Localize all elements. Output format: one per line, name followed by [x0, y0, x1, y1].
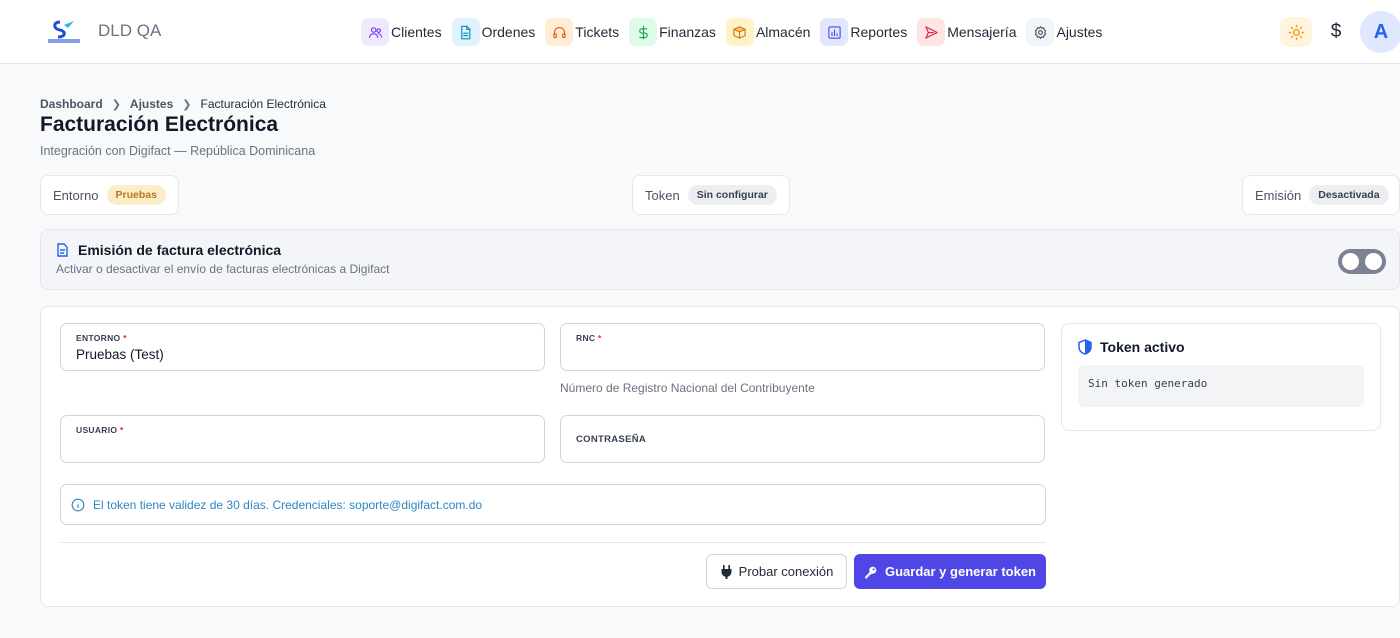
- settings-form-card: ENTORNO * Pruebas (Test) RNC * Número de…: [40, 306, 1400, 607]
- nav-item-mensajeria[interactable]: Mensajería: [917, 18, 1018, 46]
- rnc-help-text: Número de Registro Nacional del Contribu…: [560, 381, 815, 395]
- nav-label-clientes: Clientes: [391, 24, 442, 40]
- required-marker: *: [119, 425, 124, 435]
- status-entorno-label: Entorno: [53, 187, 99, 203]
- token-display-box: Sin token generado: [1078, 365, 1364, 407]
- contrasena-field[interactable]: CONTRASEÑA: [560, 415, 1045, 463]
- shield-icon: [1078, 339, 1092, 355]
- rnc-field[interactable]: RNC *: [560, 323, 1045, 371]
- usuario-field[interactable]: USUARIO *: [60, 415, 545, 463]
- nav-item-almacen[interactable]: Almacén: [725, 18, 812, 46]
- users-icon: [361, 18, 389, 46]
- emission-description: Activar o desactivar el envío de factura…: [56, 262, 390, 276]
- document-icon: [451, 18, 480, 46]
- nav-label-finanzas: Finanzas: [659, 24, 716, 40]
- nav-item-reportes[interactable]: Reportes: [820, 18, 909, 46]
- status-emision-label: Emisión: [1255, 187, 1302, 203]
- theme-toggle-button[interactable]: [1280, 17, 1312, 47]
- emission-toggle-panel: Emisión de factura electrónica Activar o…: [40, 229, 1400, 290]
- usuario-input[interactable]: [76, 437, 526, 457]
- form-divider: [60, 542, 1046, 543]
- status-entorno-card: Entorno Pruebas: [40, 175, 179, 215]
- page-subtitle: Integración con Digifact — República Dom…: [40, 144, 316, 158]
- status-token-label: Token: [645, 187, 680, 203]
- sun-icon: [1288, 24, 1304, 40]
- status-token-card: Token Sin configurar: [632, 175, 790, 215]
- token-info-box: El token tiene validez de 30 días. Crede…: [60, 484, 1046, 525]
- entorno-label: ENTORNO: [76, 333, 121, 343]
- nav-item-tickets[interactable]: Tickets: [545, 18, 621, 46]
- breadcrumb-ajustes[interactable]: Ajustes: [130, 97, 173, 111]
- currency-button[interactable]: $: [1323, 19, 1349, 45]
- nav-item-clientes[interactable]: Clientes: [361, 18, 444, 46]
- breadcrumb-dashboard[interactable]: Dashboard: [40, 97, 103, 111]
- breadcrumb-current: Facturación Electrónica: [200, 97, 326, 111]
- status-entorno-badge: Pruebas: [106, 185, 166, 205]
- nav-label-reportes: Reportes: [850, 24, 908, 40]
- box-icon: [725, 18, 754, 46]
- status-emision-card: Emisión Desactivada: [1242, 175, 1400, 215]
- info-icon: [71, 498, 85, 511]
- token-info-text: El token tiene validez de 30 días. Crede…: [93, 497, 483, 512]
- app-name: DLD QA: [98, 21, 162, 40]
- top-navbar: DLD QA Clientes Ordenes Tickets Finanzas Alm…: [0, 0, 1400, 64]
- user-avatar[interactable]: A: [1360, 11, 1400, 53]
- breadcrumb: Dashboard ❯ Ajustes ❯ Facturación Electr…: [40, 97, 326, 111]
- invoice-icon: [57, 243, 68, 257]
- page-title: Facturación Electrónica: [40, 113, 279, 136]
- key-icon: [865, 566, 877, 578]
- entorno-value: Pruebas (Test): [76, 347, 164, 362]
- usuario-label: USUARIO: [76, 425, 118, 435]
- brand-logo[interactable]: [46, 19, 82, 45]
- rnc-label: RNC: [576, 333, 596, 343]
- chart-icon: [820, 18, 849, 46]
- nav-label-almacen: Almacén: [755, 24, 811, 40]
- rnc-input[interactable]: [576, 345, 1026, 365]
- required-marker: *: [598, 333, 602, 343]
- status-emision-badge: Desactivada: [1309, 185, 1389, 205]
- test-connection-label: Probar conexión: [738, 564, 834, 579]
- save-generate-token-button[interactable]: Guardar y generar token: [854, 554, 1046, 589]
- nav-item-finanzas[interactable]: Finanzas: [629, 18, 718, 46]
- nav-item-ordenes[interactable]: Ordenes: [451, 18, 538, 46]
- token-value: Sin token generado: [1088, 377, 1208, 390]
- nav-label-ordenes: Ordenes: [481, 24, 536, 40]
- contrasena-input[interactable]: [576, 440, 1026, 460]
- emission-title: Emisión de factura electrónica: [78, 242, 282, 258]
- toggle-knob-track-dot: [1365, 253, 1382, 270]
- chevron-right-icon: ❯: [111, 98, 121, 111]
- entorno-select[interactable]: ENTORNO * Pruebas (Test): [60, 323, 545, 371]
- send-icon: [917, 18, 946, 46]
- active-token-card: Token activo Sin token generado: [1061, 323, 1381, 431]
- emission-toggle-switch[interactable]: [1338, 249, 1386, 274]
- required-marker: *: [123, 333, 127, 343]
- gear-icon: [1026, 18, 1055, 46]
- main-nav: Clientes Ordenes Tickets Finanzas Almacén Rep…: [361, 18, 1104, 46]
- nav-item-ajustes[interactable]: Ajustes: [1026, 18, 1104, 46]
- status-token-badge: Sin configurar: [687, 185, 777, 205]
- active-token-title: Token activo: [1100, 339, 1185, 355]
- plug-icon: [721, 564, 732, 579]
- nav-label-mensajeria: Mensajería: [947, 24, 1017, 40]
- chevron-right-icon: ❯: [182, 98, 192, 111]
- nav-label-ajustes: Ajustes: [1056, 24, 1103, 40]
- headset-icon: [545, 18, 574, 46]
- dollar-icon: [629, 18, 658, 46]
- nav-label-tickets: Tickets: [575, 24, 620, 40]
- test-connection-button[interactable]: Probar conexión: [706, 554, 847, 589]
- toggle-knob: [1342, 253, 1359, 270]
- save-generate-token-label: Guardar y generar token: [885, 564, 1036, 579]
